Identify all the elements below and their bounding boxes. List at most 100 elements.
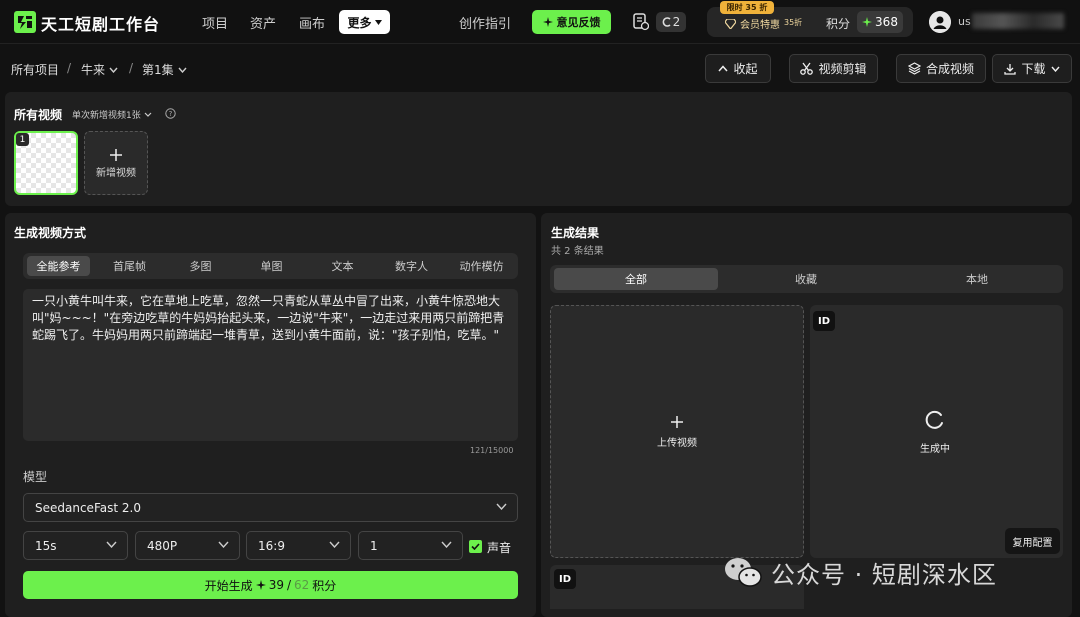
tab-favorites[interactable]: 收藏 [724, 268, 888, 290]
generate-cost: 39 [268, 578, 284, 592]
tab-first-last-frame[interactable]: 首尾帧 [98, 256, 161, 276]
breadcrumb-episode-label: 第1集 [142, 63, 174, 77]
prompt-char-counter: 121/15000 [470, 446, 514, 455]
generate-cost-unit: 积分 [312, 578, 337, 593]
chevron-down-icon [1050, 66, 1060, 72]
generate-mode-tabs: 全能参考 首尾帧 多图 单图 文本 数字人 动作模仿 [23, 253, 518, 279]
breadcrumb-separator: / [67, 61, 72, 75]
download-label: 下载 [1021, 62, 1046, 76]
feedback-label: 意见反馈 [556, 16, 601, 29]
video-edit-button[interactable]: 视频剪辑 [789, 54, 878, 83]
breadcrumb-separator: / [129, 61, 134, 75]
chevron-down-icon [178, 67, 187, 73]
nav-item-guide[interactable]: 创作指引 [459, 13, 511, 32]
nav-item-canvas[interactable]: 画布 [299, 13, 325, 32]
promo-tag-label: 限时 35 折 [726, 3, 768, 12]
sparkle-icon [255, 580, 266, 590]
id-badge: ID [554, 569, 576, 589]
upload-video-label: 上传视频 [657, 437, 697, 449]
batch-size-select[interactable]: 单次新增视频1张 [72, 108, 152, 121]
breadcrumb-root[interactable]: 所有项目 [11, 61, 59, 78]
collapse-label: 收起 [733, 62, 758, 76]
tab-digital-human[interactable]: 数字人 [380, 256, 443, 276]
nav-more-label: 更多 [347, 15, 372, 30]
aspect-ratio-value: 16:9 [258, 538, 285, 553]
aspect-ratio-select[interactable]: 16:9 [246, 531, 351, 560]
count-select[interactable]: 1 [358, 531, 463, 560]
generate-button-label: 开始生成 [204, 578, 253, 593]
id-badge: ID [813, 311, 835, 331]
model-select[interactable]: SeedanceFast 2.0 [23, 493, 518, 522]
model-label: 模型 [23, 470, 48, 484]
video-thumbnail-index: 1 [16, 133, 29, 146]
logo-icon[interactable] [14, 11, 36, 33]
results-title: 生成结果 [551, 226, 600, 240]
user-name-redacted [972, 13, 1064, 29]
chevron-down-icon [144, 112, 152, 117]
compose-video-button[interactable]: 合成视频 [896, 54, 986, 83]
download-icon [1004, 63, 1017, 75]
add-video-button[interactable]: 新增视频 [84, 131, 148, 195]
tab-all[interactable]: 全部 [554, 268, 718, 290]
duration-select[interactable]: 15s [23, 531, 128, 560]
svg-text:?: ? [169, 110, 173, 118]
results-filter-tabs: 全部 收藏 本地 [550, 265, 1063, 293]
batch-size-label: 单次新增视频1张 [72, 111, 141, 121]
add-video-label: 新增视频 [96, 167, 136, 179]
chevron-down-icon [109, 67, 118, 73]
upload-video-content: 上传视频 [551, 306, 803, 557]
generate-cost-separator: / [286, 578, 292, 592]
nav-item-assets[interactable]: 资产 [250, 13, 276, 32]
download-button[interactable]: 下载 [992, 54, 1072, 83]
plus-icon [671, 415, 683, 428]
sound-checkbox[interactable] [469, 540, 482, 553]
spinner-icon [925, 410, 943, 429]
chevron-down-icon [106, 541, 117, 548]
resolution-select[interactable]: 480P [135, 531, 240, 560]
chevron-up-icon [718, 65, 729, 72]
tab-multi-image[interactable]: 多图 [169, 256, 232, 276]
compose-video-label: 合成视频 [925, 62, 974, 76]
vip-offer[interactable]: 会员特惠 [725, 16, 780, 31]
tab-single-image[interactable]: 单图 [240, 256, 303, 276]
start-generate-button[interactable]: 开始生成 39/62 积分 [23, 571, 518, 599]
promo-tag: 限时 35 折 [720, 1, 774, 14]
prompt-textarea[interactable]: 一只小黄牛叫牛来，它在草地上吃草，忽然一只青蛇从草丛中冒了出来，小黄牛惊恐地大叫… [23, 289, 518, 441]
sparkle-icon [542, 17, 553, 27]
all-videos-title: 所有视频 [14, 108, 63, 122]
results-count: 共 2 条结果 [551, 246, 604, 257]
tab-text[interactable]: 文本 [311, 256, 374, 276]
count-value: 1 [370, 538, 378, 553]
reuse-config-label: 复用配置 [1012, 537, 1053, 549]
breadcrumb-project[interactable]: 牛来 [81, 61, 118, 78]
prompt-text: 一只小黄牛叫牛来，它在草地上吃草，忽然一只青蛇从草丛中冒了出来，小黄牛惊恐地大叫… [32, 294, 505, 342]
points-pill[interactable]: 368 [857, 11, 903, 33]
result-card-generating[interactable] [810, 305, 1063, 558]
file-icon[interactable] [633, 13, 649, 31]
generate-cost-original: 62 [294, 578, 310, 592]
feedback-button[interactable]: 意见反馈 [532, 10, 611, 34]
chevron-down-icon [218, 541, 229, 548]
avatar[interactable] [929, 11, 951, 33]
credits-pill[interactable]: 2 [656, 12, 686, 32]
help-icon[interactable]: ? [165, 108, 176, 119]
c-icon [662, 17, 671, 27]
user-name[interactable]: us [958, 15, 971, 28]
generating-label: 生成中 [920, 444, 950, 455]
tab-local[interactable]: 本地 [895, 268, 1059, 290]
upload-video-card[interactable]: 上传视频 [550, 305, 804, 558]
breadcrumb-episode[interactable]: 第1集 [142, 61, 187, 78]
resolution-value: 480P [147, 538, 178, 553]
tab-omni-reference[interactable]: 全能参考 [27, 256, 90, 276]
nav-more-button[interactable]: 更多 [339, 10, 390, 34]
collapse-button[interactable]: 收起 [705, 54, 771, 83]
nav-item-projects[interactable]: 项目 [202, 13, 228, 32]
tab-motion-imitation[interactable]: 动作模仿 [450, 256, 513, 276]
watermark-text: 公众号 · 短剧深水区 [771, 561, 997, 589]
plus-icon [110, 148, 122, 161]
brand-name[interactable]: 天工短剧工作台 [41, 11, 160, 35]
chevron-down-icon [441, 541, 452, 548]
diamond-icon [725, 18, 736, 29]
reuse-config-button[interactable]: 复用配置 [1005, 528, 1060, 554]
sound-label[interactable]: 声音 [487, 539, 511, 556]
